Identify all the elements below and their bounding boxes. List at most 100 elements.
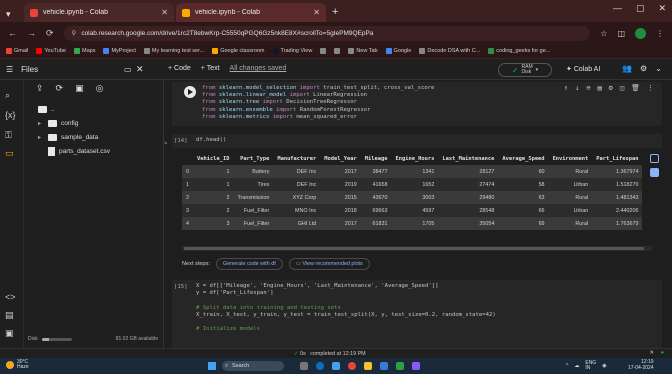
chevron-down-icon[interactable]: ▾ xyxy=(536,67,539,73)
profile-avatar[interactable] xyxy=(635,27,646,39)
taskbar-clock[interactable]: 12:19 17-04-2024 xyxy=(628,359,654,371)
save-status-link[interactable]: All changes saved xyxy=(230,65,287,72)
cloud-icon[interactable]: ☁ xyxy=(574,363,579,369)
table-horizontal-scrollbar[interactable] xyxy=(182,246,652,251)
hide-icon[interactable]: ◎ xyxy=(96,83,104,94)
close-status-icon[interactable]: ✕ xyxy=(649,350,654,356)
code-cell-head[interactable]: [14] df.head() xyxy=(172,134,662,148)
terminal-icon[interactable]: ▣ xyxy=(5,328,14,339)
wifi-icon[interactable]: ◉ xyxy=(602,363,606,369)
windows-start-icon[interactable] xyxy=(208,362,216,370)
close-panel-icon[interactable]: ✕ xyxy=(136,64,144,75)
run-cell-button[interactable] xyxy=(184,86,196,98)
refresh-icon[interactable]: ⟳ xyxy=(56,83,64,94)
tree-folder-config[interactable]: ▸ config xyxy=(38,116,110,130)
language-indicator[interactable]: ENG IN xyxy=(585,361,596,371)
ram-disk-indicator[interactable]: ✓ RAM Disk ▾ xyxy=(498,63,552,77)
command-palette-icon[interactable]: ▤ xyxy=(5,310,14,321)
settings-gear-icon[interactable]: ⚙ xyxy=(640,64,647,73)
site-info-icon[interactable]: ⚲ xyxy=(72,29,77,37)
search-icon[interactable]: ⌕ xyxy=(5,90,10,101)
bookmark-item[interactable]: Google classroom xyxy=(212,48,265,54)
taskview-icon[interactable] xyxy=(300,362,308,370)
bookmark-item[interactable]: My learning test ser... xyxy=(143,48,204,54)
link-icon[interactable]: ⊖ xyxy=(586,84,590,92)
close-tab-icon[interactable]: ✕ xyxy=(313,8,320,17)
python-icon[interactable] xyxy=(380,362,388,370)
bookmark-item[interactable]: YouTube xyxy=(36,48,66,54)
tab-search-icon[interactable]: ▾ xyxy=(6,6,20,22)
output-toggle-icon[interactable]: ⇲ xyxy=(164,140,167,146)
maximize-icon[interactable]: ▢ xyxy=(636,3,645,14)
mount-drive-icon[interactable]: ▣ xyxy=(75,83,84,94)
generate-code-button[interactable]: Generate code with df xyxy=(215,258,283,270)
tree-folder-sample-data[interactable]: ▸ sample_data xyxy=(38,130,110,144)
url-field[interactable]: ⚲ colab.research.google.com/drive/1rc2T8… xyxy=(63,25,591,41)
bookmark-item[interactable]: MyProject xyxy=(103,48,136,54)
move-down-icon[interactable]: ↓ xyxy=(575,84,579,92)
tree-file-parts-dataset[interactable]: parts_dataset.csv xyxy=(38,144,110,158)
bookmark-item[interactable]: Trading View xyxy=(272,48,312,54)
code-cell-train[interactable]: [15] X = df[['Mileage', 'Engine_Hours', … xyxy=(172,280,662,348)
code-snippets-icon[interactable]: <> xyxy=(5,292,16,302)
chevron-up-icon[interactable]: ^ xyxy=(566,363,568,369)
table-cell: 2 xyxy=(193,191,234,204)
column-header: Manufacturer xyxy=(277,156,317,162)
app-icon[interactable] xyxy=(332,362,340,370)
add-code-button[interactable]: + Code xyxy=(168,65,191,72)
comment-icon[interactable]: ▤ xyxy=(597,84,601,92)
colab-ai-button[interactable]: ✦ Colab AI xyxy=(566,65,600,73)
bookmark-item[interactable] xyxy=(320,48,327,54)
reload-icon[interactable]: ⟳ xyxy=(46,28,54,39)
settings-gear-icon[interactable]: ⚙ xyxy=(609,84,613,92)
code-cell-imports[interactable]: from sklearn.model_selection import trai… xyxy=(172,82,662,126)
bookmark-item[interactable]: New Tab xyxy=(348,48,378,54)
menu-hamburger-icon[interactable]: ☰ xyxy=(6,65,13,74)
file-explorer-icon[interactable] xyxy=(364,362,372,370)
new-tab-icon[interactable]: + xyxy=(332,3,338,22)
chrome-icon[interactable] xyxy=(348,362,356,370)
bookmark-item[interactable]: Google xyxy=(385,48,411,54)
table-view-icon[interactable] xyxy=(650,154,659,163)
bookmark-item[interactable]: coding_geeks for ge... xyxy=(488,48,550,54)
bookmark-item[interactable]: Gmail xyxy=(6,48,28,54)
bookmark-item[interactable] xyxy=(334,48,341,54)
browser-tab-2[interactable]: vehicle.ipynb - Colab ✕ xyxy=(176,3,326,22)
add-text-button[interactable]: + Text xyxy=(201,65,220,72)
expand-arrow-icon[interactable]: ▸ xyxy=(38,134,44,141)
new-window-icon[interactable]: ▭ xyxy=(124,65,132,74)
weather-widget[interactable]: 30°C Haze xyxy=(6,360,29,370)
browser-tab-1[interactable]: vehicle.ipynb - Colab ✕ xyxy=(24,3,174,22)
move-up-icon[interactable]: ↑ xyxy=(564,84,568,92)
interactive-table-icon[interactable] xyxy=(650,168,659,177)
upload-file-icon[interactable]: ⇪ xyxy=(36,83,44,94)
table-cell: 1.367974 xyxy=(592,165,643,178)
extensions-icon[interactable]: ◫ xyxy=(617,29,625,38)
app-icon[interactable] xyxy=(412,362,420,370)
variables-icon[interactable]: {x} xyxy=(5,110,16,120)
delete-icon[interactable]: 🗑 xyxy=(631,84,640,92)
disk-label: Disk xyxy=(28,336,38,342)
files-folder-icon[interactable]: ▭ xyxy=(5,148,14,159)
mirror-cell-icon[interactable]: ◫ xyxy=(620,84,624,92)
forward-icon[interactable]: → xyxy=(27,28,36,38)
view-plots-button[interactable]: ▭ View recommended plots xyxy=(288,258,370,270)
share-people-icon[interactable]: 👥 xyxy=(622,64,632,73)
secrets-key-icon[interactable]: ⚿ xyxy=(5,130,12,141)
close-tab-icon[interactable]: ✕ xyxy=(161,8,168,17)
collapse-chevron-icon[interactable]: ⌄ xyxy=(655,64,662,73)
close-window-icon[interactable]: ✕ xyxy=(658,3,666,14)
back-icon[interactable]: ← xyxy=(8,28,17,38)
expand-arrow-icon[interactable]: ▸ xyxy=(38,120,44,127)
app-icon[interactable] xyxy=(396,362,404,370)
bookmark-star-icon[interactable]: ☆ xyxy=(600,29,607,38)
menu-kebab-icon[interactable]: ⋮ xyxy=(656,29,664,38)
tree-parent-dir[interactable]: .. xyxy=(38,102,110,116)
scrollbar-thumb[interactable] xyxy=(184,247,644,250)
taskbar-search-input[interactable]: ⌕ Search xyxy=(222,361,284,371)
more-kebab-icon[interactable]: ⋮ xyxy=(647,84,654,92)
bookmark-item[interactable]: Decode DSA with C... xyxy=(419,48,480,54)
minimize-icon[interactable]: — xyxy=(613,3,622,14)
bookmark-item[interactable]: Maps xyxy=(74,48,95,54)
edge-icon[interactable] xyxy=(316,362,324,370)
